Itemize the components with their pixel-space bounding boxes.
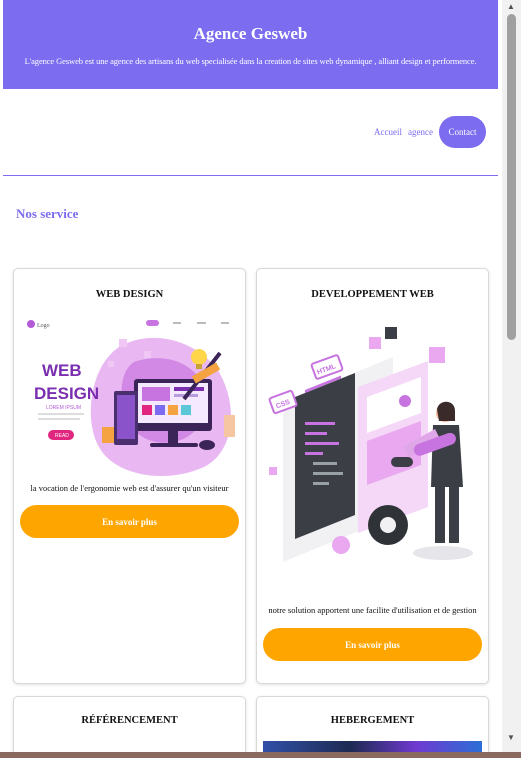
nav-link-accueil[interactable]: Accueil <box>374 127 402 137</box>
learn-more-button[interactable]: En savoir plus <box>20 505 239 538</box>
site-header: Agence Gesweb L'agence Gesweb est une ag… <box>3 0 498 89</box>
scroll-up-arrow-icon[interactable]: ▲ <box>507 2 515 11</box>
service-card-web-design: WEB DESIGN Logo WEB DESIGN LOREM IPSUM R… <box>13 268 246 684</box>
site-title: Agence Gesweb <box>193 24 308 43</box>
card-title: RÉFÉRENCEMENT <box>81 715 178 726</box>
vertical-scrollbar[interactable]: ▲ ▼ <box>502 0 521 758</box>
scrollbar-thumb[interactable] <box>507 14 516 340</box>
service-card-hebergement: HEBERGEMENT <box>256 696 489 758</box>
section-title: Nos service <box>16 206 79 221</box>
top-navigation: Accueil agence Contact <box>374 116 486 148</box>
lightbulb-icon <box>191 349 207 365</box>
service-card-referencement: RÉFÉRENCEMENT <box>13 696 246 758</box>
card-title: DEVELOPPEMENT WEB <box>311 289 434 300</box>
illus-headline-1: WEB <box>42 361 82 380</box>
card-description: notre solution apportent une facilite d'… <box>268 605 477 615</box>
web-development-illustration: CSS HTML <box>268 327 473 562</box>
illus-cta: READ <box>55 433 69 439</box>
logo-mark-icon <box>27 320 35 328</box>
web-design-illustration: Logo WEB DESIGN LOREM IPSUM READ <box>27 320 235 477</box>
bottom-edge <box>0 752 521 758</box>
card-title: WEB DESIGN <box>95 289 164 300</box>
header-divider <box>3 175 498 176</box>
card-title: HEBERGEMENT <box>330 715 415 726</box>
page: Agence Gesweb L'agence Gesweb est une ag… <box>0 0 502 758</box>
illus-logo-text: Logo <box>37 323 50 329</box>
site-tagline: L'agence Gesweb est une agence des artis… <box>24 56 477 66</box>
nav-link-agence[interactable]: agence <box>408 127 433 137</box>
illus-subline: LOREM IPSUM <box>46 405 81 411</box>
illus-headline-2: DESIGN <box>34 384 99 403</box>
scroll-down-arrow-icon[interactable]: ▼ <box>507 733 515 742</box>
learn-more-button[interactable]: En savoir plus <box>263 628 482 661</box>
service-card-developpement-web: DEVELOPPEMENT WEB CSS HTML notre solutio… <box>256 268 489 684</box>
card-description: la vocation de l'ergonomie web est d'ass… <box>30 483 229 493</box>
nav-contact-button[interactable]: Contact <box>439 116 486 148</box>
